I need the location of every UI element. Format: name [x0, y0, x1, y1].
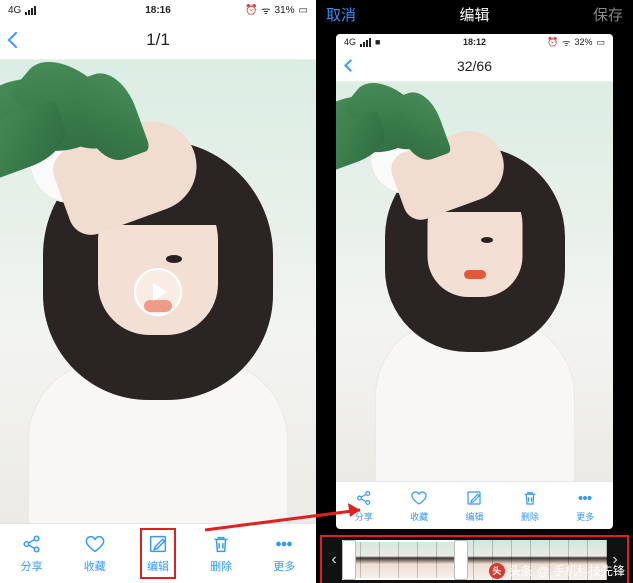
- inner-status-time: 18:12: [463, 37, 486, 47]
- wifi-icon: ᯤ: [562, 36, 570, 49]
- inner-back-button[interactable]: [344, 59, 357, 72]
- edit-icon: [147, 533, 169, 555]
- edit-icon: [465, 489, 483, 507]
- bottom-toolbar: 分享 收藏 编辑 删除 更多: [0, 523, 316, 583]
- inner-delete-button[interactable]: 删除: [515, 485, 545, 527]
- more-icon: [576, 489, 594, 507]
- inner-toolbar: 分享 收藏 编辑 删除 更多: [336, 481, 613, 529]
- inner-photo-counter: 32/66: [457, 58, 492, 74]
- watermark: 头 头条 @ 手机科技先锋: [489, 562, 625, 579]
- edit-button[interactable]: 编辑: [141, 529, 175, 578]
- video-preview[interactable]: [0, 60, 316, 523]
- more-label: 更多: [273, 558, 295, 574]
- battery-percent: 31%: [275, 5, 295, 16]
- play-button[interactable]: [134, 268, 182, 316]
- edit-overlay: 取消 编辑 保存 4G ■ 18:12 ⏰ ᯤ 32% ▭ 32/66: [316, 0, 633, 583]
- alarm-icon: ⏰: [547, 37, 558, 48]
- more-icon: [273, 533, 295, 555]
- inner-more-button[interactable]: 更多: [570, 485, 600, 527]
- battery-icon: ▭: [299, 5, 308, 16]
- inner-delete-label: 删除: [521, 510, 539, 523]
- watermark-at: @: [537, 564, 549, 578]
- inner-edit-button[interactable]: 编辑: [459, 485, 489, 527]
- inner-network-label: 4G: [344, 37, 356, 47]
- timeline-prev[interactable]: ‹: [326, 551, 342, 569]
- toutiao-logo-icon: 头: [489, 563, 505, 579]
- watermark-author: 手机科技先锋: [553, 562, 625, 579]
- share-button[interactable]: 分享: [15, 529, 49, 578]
- network-label: 4G: [8, 5, 21, 16]
- wifi-icon: ᯤ: [261, 3, 270, 17]
- trim-handle-end[interactable]: [454, 540, 468, 580]
- inner-favorite-button[interactable]: 收藏: [404, 485, 434, 527]
- inner-photo[interactable]: [336, 82, 613, 481]
- save-button[interactable]: 保存: [593, 4, 623, 25]
- battery-icon: ▭: [596, 37, 605, 48]
- phone-left-screen: 4G 18:16 ⏰ ᯤ 31% ▭ 1/1 分享 收藏: [0, 0, 316, 583]
- edit-title: 编辑: [459, 4, 489, 25]
- favorite-label: 收藏: [84, 558, 106, 574]
- inner-status-bar: 4G ■ 18:12 ⏰ ᯤ 32% ▭: [336, 34, 613, 50]
- edit-label: 编辑: [147, 558, 169, 574]
- inner-share-button[interactable]: 分享: [349, 485, 379, 527]
- cancel-button[interactable]: 取消: [326, 4, 356, 25]
- inner-favorite-label: 收藏: [410, 510, 428, 523]
- signal-icon: [25, 6, 36, 15]
- nav-bar: 1/1: [0, 20, 316, 60]
- trash-icon: [210, 533, 232, 555]
- status-bar: 4G 18:16 ⏰ ᯤ 31% ▭: [0, 0, 316, 20]
- delete-button[interactable]: 删除: [204, 529, 238, 578]
- status-time: 18:16: [145, 5, 171, 16]
- trash-icon: [521, 489, 539, 507]
- favorite-button[interactable]: 收藏: [78, 529, 112, 578]
- inner-edit-label: 编辑: [465, 510, 483, 523]
- inner-share-label: 分享: [355, 510, 373, 523]
- edit-header: 取消 编辑 保存: [316, 0, 633, 28]
- inner-more-label: 更多: [576, 510, 594, 523]
- delete-label: 删除: [210, 558, 232, 574]
- trim-handle-start[interactable]: [342, 540, 356, 580]
- watermark-prefix: 头条: [509, 562, 533, 579]
- back-button[interactable]: [8, 31, 25, 48]
- alarm-icon: ⏰: [245, 5, 257, 16]
- trim-range: [356, 540, 454, 580]
- heart-icon: [84, 533, 106, 555]
- photo-counter: 1/1: [146, 30, 170, 50]
- video-icon: ■: [375, 37, 380, 47]
- phone-inner-screen: 4G ■ 18:12 ⏰ ᯤ 32% ▭ 32/66: [336, 34, 613, 529]
- more-button[interactable]: 更多: [267, 529, 301, 578]
- inner-battery-percent: 32%: [574, 37, 592, 47]
- inner-nav-bar: 32/66: [336, 50, 613, 82]
- heart-icon: [410, 489, 428, 507]
- share-icon: [355, 489, 373, 507]
- share-icon: [21, 533, 43, 555]
- signal-icon: [360, 38, 371, 47]
- share-label: 分享: [21, 558, 43, 574]
